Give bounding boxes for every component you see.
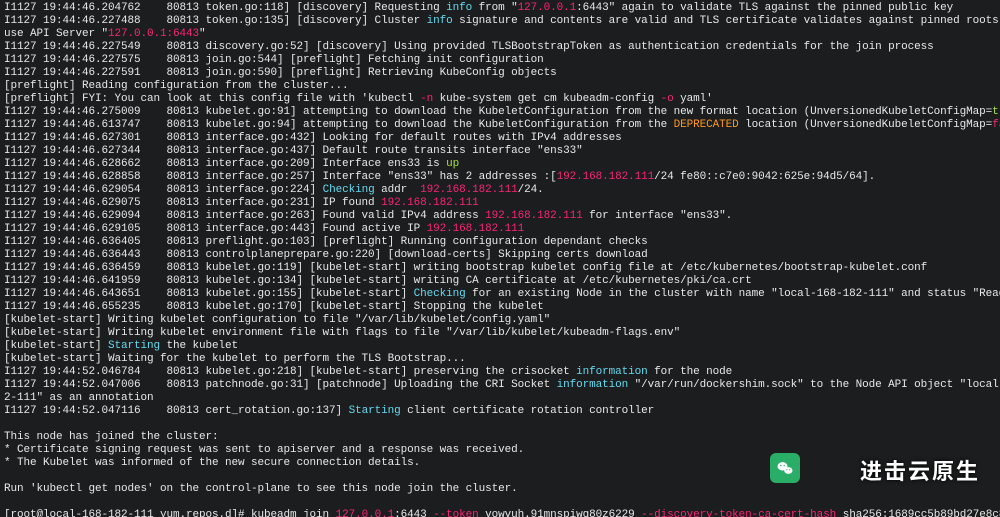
log-line: 2-111" as an annotation	[4, 392, 996, 405]
wechat-icon	[770, 453, 800, 483]
log-line: I1127 19:44:52.047116 80813 cert_rotatio…	[4, 405, 996, 418]
log-line: I1127 19:44:46.628662 80813 interface.go…	[4, 158, 996, 171]
terminal-output: I1127 19:44:46.204762 80813 token.go:118…	[0, 0, 1000, 517]
log-line: * The Kubelet was informed of the new se…	[4, 457, 996, 470]
log-line: [kubelet-start] Starting the kubelet	[4, 340, 996, 353]
log-line: I1127 19:44:46.636443 80813 controlplane…	[4, 249, 996, 262]
log-line: I1127 19:44:46.613747 80813 kubelet.go:9…	[4, 119, 996, 132]
log-line: I1127 19:44:52.047006 80813 patchnode.go…	[4, 379, 996, 392]
log-line: I1127 19:44:46.227488 80813 token.go:135…	[4, 15, 996, 28]
join-address: 127.0.0.1	[336, 509, 395, 517]
log-line: I1127 19:44:46.627301 80813 interface.go…	[4, 132, 996, 145]
command-line[interactable]: [root@local-168-182-111 yum.repos.d]# ku…	[4, 509, 996, 517]
log-line	[4, 496, 996, 509]
log-line: I1127 19:44:46.643651 80813 kubelet.go:1…	[4, 288, 996, 301]
log-line: [preflight] FYI: You can look at this co…	[4, 93, 996, 106]
flag-discovery-hash: --discovery-token-ca-cert-hash	[641, 509, 836, 517]
watermark-text: 进击云原生	[860, 464, 980, 477]
log-line: I1127 19:44:46.641959 80813 kubelet.go:1…	[4, 275, 996, 288]
log-line: I1127 19:44:46.227591 80813 join.go:590]…	[4, 67, 996, 80]
log-line: * Certificate signing request was sent t…	[4, 444, 996, 457]
flag-token: --token	[433, 509, 479, 517]
log-line: I1127 19:44:46.629105 80813 interface.go…	[4, 223, 996, 236]
log-line: use API Server "127.0.0.1:6443"	[4, 28, 996, 41]
log-line: I1127 19:44:46.627344 80813 interface.go…	[4, 145, 996, 158]
log-line: I1127 19:44:46.275009 80813 kubelet.go:9…	[4, 106, 996, 119]
log-line	[4, 470, 996, 483]
log-line: This node has joined the cluster:	[4, 431, 996, 444]
log-line: [preflight] Reading configuration from t…	[4, 80, 996, 93]
token-value: vowvuh.91mnspiwg80z6229	[479, 509, 642, 517]
log-line: Run 'kubectl get nodes' on the control-p…	[4, 483, 996, 496]
shell-prompt: [root@local-168-182-111 yum.repos.d]#	[4, 509, 251, 517]
log-line	[4, 418, 996, 431]
log-line: [kubelet-start] Writing kubelet configur…	[4, 314, 996, 327]
log-line: I1127 19:44:52.046784 80813 kubelet.go:2…	[4, 366, 996, 379]
log-line: I1127 19:44:46.227575 80813 join.go:544]…	[4, 54, 996, 67]
log-line: I1127 19:44:46.204762 80813 token.go:118…	[4, 2, 996, 15]
log-line: I1127 19:44:46.227549 80813 discovery.go…	[4, 41, 996, 54]
log-line: I1127 19:44:46.636459 80813 kubelet.go:1…	[4, 262, 996, 275]
hash-value: sha256:1689cc5b89bd27e8c8d0165	[836, 509, 1000, 517]
log-line: [kubelet-start] Waiting for the kubelet …	[4, 353, 996, 366]
log-line: I1127 19:44:46.629075 80813 interface.go…	[4, 197, 996, 210]
cmd-kubeadm: kubeadm join	[251, 509, 336, 517]
log-line: I1127 19:44:46.628858 80813 interface.go…	[4, 171, 996, 184]
log-line: I1127 19:44:46.655235 80813 kubelet.go:1…	[4, 301, 996, 314]
log-line: I1127 19:44:46.629094 80813 interface.go…	[4, 210, 996, 223]
log-line: I1127 19:44:46.636405 80813 preflight.go…	[4, 236, 996, 249]
log-line: I1127 19:44:46.629054 80813 interface.go…	[4, 184, 996, 197]
log-line: [kubelet-start] Writing kubelet environm…	[4, 327, 996, 340]
